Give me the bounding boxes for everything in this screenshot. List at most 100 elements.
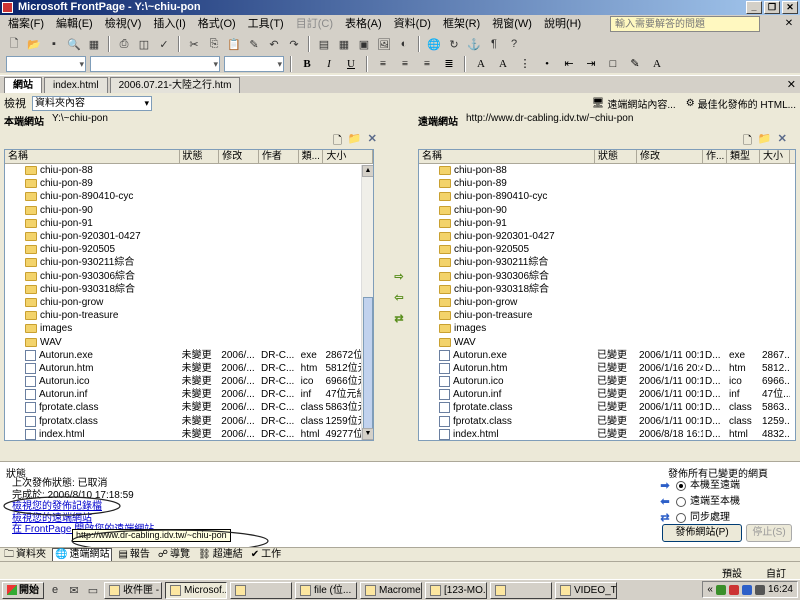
folder-row[interactable]: chiu-pon-89 (419, 177, 795, 190)
folder-row[interactable]: WAV (5, 335, 373, 348)
menu-tools[interactable]: 工具(T) (242, 15, 290, 33)
folder-row[interactable]: chiu-pon-920301-0427 (419, 230, 795, 243)
ie-icon[interactable]: e (47, 582, 63, 598)
file-row[interactable]: Autorun.htm 未變更 2006/... DR-C... htm 5812位元組 (5, 362, 373, 375)
paste-icon[interactable]: 📋 (226, 36, 242, 52)
close-icon[interactable]: ✕ (782, 17, 796, 31)
tab-folders[interactable]: 🗀 資料夾 (2, 549, 48, 561)
file-row[interactable]: Autorun.exe未變更2006/...DR-C...exe28672位元組 (5, 349, 373, 362)
remote-site-content-link[interactable]: 🖥 遠端網站內容... (592, 96, 676, 111)
publish-site-button[interactable]: 發佈網站(P) (662, 524, 742, 542)
volume-icon[interactable] (754, 584, 765, 595)
taskbar-frontpage[interactable]: Microsof... (165, 581, 227, 599)
new-page-icon[interactable]: 🗋 (6, 36, 22, 52)
new-folder-icon[interactable]: 📁 (348, 132, 362, 146)
column-status[interactable]: 狀態 (595, 150, 637, 163)
style-combo[interactable] (6, 56, 86, 72)
menu-window[interactable]: 視窗(W) (486, 15, 538, 33)
file-row[interactable]: fprotatx.class 未變更 2006/... DR-C... class 125… (5, 415, 373, 428)
folder-row[interactable]: chiu-pon-90 (419, 204, 795, 217)
help-question-input[interactable]: 輸入需要解答的問題 (610, 16, 760, 32)
folder-row[interactable]: images (5, 322, 373, 335)
delete-icon[interactable]: ✕ (778, 132, 787, 146)
menu-format[interactable]: 格式(O) (192, 15, 242, 33)
web-component-icon[interactable]: ▤ (316, 36, 332, 52)
folder-row[interactable]: WAV (419, 335, 795, 348)
bold-icon[interactable]: B (298, 56, 316, 72)
indent-icon[interactable]: ⇤ (560, 56, 578, 72)
redo-icon[interactable]: ↷ (286, 36, 302, 52)
file-row[interactable]: fprotatx.class 已變更 2006/1/11 00:17D... clas… (419, 415, 795, 428)
file-row[interactable]: Autorun.inf 已變更 2006/1/11 00:12D... inf 47位.… (419, 388, 795, 401)
tab-index-html[interactable]: index.html (44, 77, 108, 93)
new-page-icon[interactable]: 🗋 (333, 132, 342, 147)
column-author[interactable]: 作... (703, 150, 727, 163)
folder-row[interactable]: chiu-pon-treasure (419, 309, 795, 322)
restore-button[interactable]: ❐ (764, 1, 780, 14)
scroll-up-icon[interactable]: ▲ (362, 165, 373, 177)
insert-picture-icon[interactable]: 🖼 (376, 36, 392, 52)
folder-row[interactable]: chiu-pon-920505 (419, 243, 795, 256)
security-icon[interactable] (728, 584, 739, 595)
show-all-icon[interactable]: ¶ (486, 36, 502, 52)
bluetooth-icon[interactable] (741, 584, 752, 595)
file-row[interactable]: index.html 已變更 2006/8/18 16:13D... html 4832… (419, 428, 795, 440)
scroll-down-icon[interactable]: ▼ (362, 428, 373, 440)
folder-row[interactable]: chiu-pon-930306綜合 (5, 270, 373, 283)
folder-row[interactable]: chiu-pon-930211綜合 (5, 256, 373, 269)
folder-row[interactable]: chiu-pon-930318綜合 (419, 283, 795, 296)
stop-icon[interactable]: ⚓ (466, 36, 482, 52)
menu-view[interactable]: 檢視(V) (99, 15, 148, 33)
folder-row[interactable]: chiu-pon-890410-cyc (419, 190, 795, 203)
new-folder-icon[interactable]: 📁 (758, 132, 772, 146)
tray-expand-icon[interactable]: « (707, 584, 713, 595)
hyperlink-icon[interactable]: 🌐 (426, 36, 442, 52)
column-type[interactable]: 類... (299, 150, 324, 163)
menu-file[interactable]: 檔案(F) (2, 15, 50, 33)
tab-trip-page[interactable]: 2006.07.21-大陸之行.htm (109, 77, 241, 93)
close-icon[interactable]: ✕ (787, 78, 796, 91)
close-window-button[interactable]: ✕ (782, 1, 798, 14)
file-row[interactable]: index.html未變更2006/...DR-C...html49277位元組 (5, 428, 373, 440)
folder-row[interactable]: chiu-pon-89 (5, 177, 373, 190)
folder-row[interactable]: chiu-pon-920301-0427 (5, 230, 373, 243)
local-scrollbar[interactable]: ▲ ▼ (361, 165, 373, 440)
folder-row[interactable]: chiu-pon-90 (5, 204, 373, 217)
sync-arrow-icon[interactable]: ⇄ (394, 312, 403, 325)
show-desktop-icon[interactable]: ▭ (85, 582, 101, 598)
folder-row[interactable]: chiu-pon-88 (419, 164, 795, 177)
insert-table-icon[interactable]: ▦ (336, 36, 352, 52)
tab-hyperlinks[interactable]: ⛓ 超連結 (196, 549, 245, 561)
outlook-icon[interactable]: ✉ (66, 582, 82, 598)
file-row[interactable]: Autorun.ico 未變更 2006/... DR-C... ico 6966位元組 (5, 375, 373, 388)
column-modified[interactable]: 修改 (219, 150, 259, 163)
numbering-icon[interactable]: ⋮ (516, 56, 534, 72)
minimize-button[interactable]: _ (746, 1, 762, 14)
delete-icon[interactable]: ✕ (368, 132, 377, 146)
tab-reports[interactable]: ▤ 報告 (116, 549, 151, 561)
justify-icon[interactable]: ≣ (440, 56, 458, 72)
file-row[interactable]: Autorun.htm 已變更 2006/1/16 20:46D... htm 5812… (419, 362, 795, 375)
radio-remote-to-local[interactable] (676, 497, 686, 507)
outdent-icon[interactable]: ⇥ (582, 56, 600, 72)
view-select[interactable]: 資料夾內容 (32, 95, 152, 111)
tab-tasks[interactable]: ✔ 工作 (249, 549, 283, 561)
highlight-icon[interactable]: ✎ (626, 56, 644, 72)
column-name[interactable]: 名稱 (5, 150, 180, 163)
align-right-icon[interactable]: ≡ (418, 56, 436, 72)
drawing-icon[interactable]: ◐ (396, 36, 412, 52)
menu-data[interactable]: 資料(D) (388, 15, 437, 33)
menu-edit[interactable]: 編輯(E) (50, 15, 99, 33)
underline-icon[interactable]: U (342, 56, 360, 72)
folder-row[interactable]: chiu-pon-930306綜合 (419, 270, 795, 283)
open-icon[interactable]: 📂 (26, 36, 42, 52)
taskbar-macromedia[interactable]: Macrome... (360, 581, 422, 599)
new-page-icon[interactable]: 🗋 (743, 132, 752, 147)
remote-file-list[interactable]: 名稱 狀態 修改 作... 類型 大小 chiu-pon-88 chiu-pon-… (418, 149, 796, 441)
download-arrow-icon[interactable]: ⇦ (394, 291, 403, 304)
font-size-combo[interactable] (224, 56, 284, 72)
menu-custom[interactable]: 目訂(C) (290, 15, 339, 33)
taskbar-inbox[interactable]: 收件匣 - ... (104, 581, 162, 599)
column-status[interactable]: 狀態 (180, 150, 220, 163)
option-remote-to-local[interactable]: ⬅ 遠端至本機 (658, 494, 740, 510)
